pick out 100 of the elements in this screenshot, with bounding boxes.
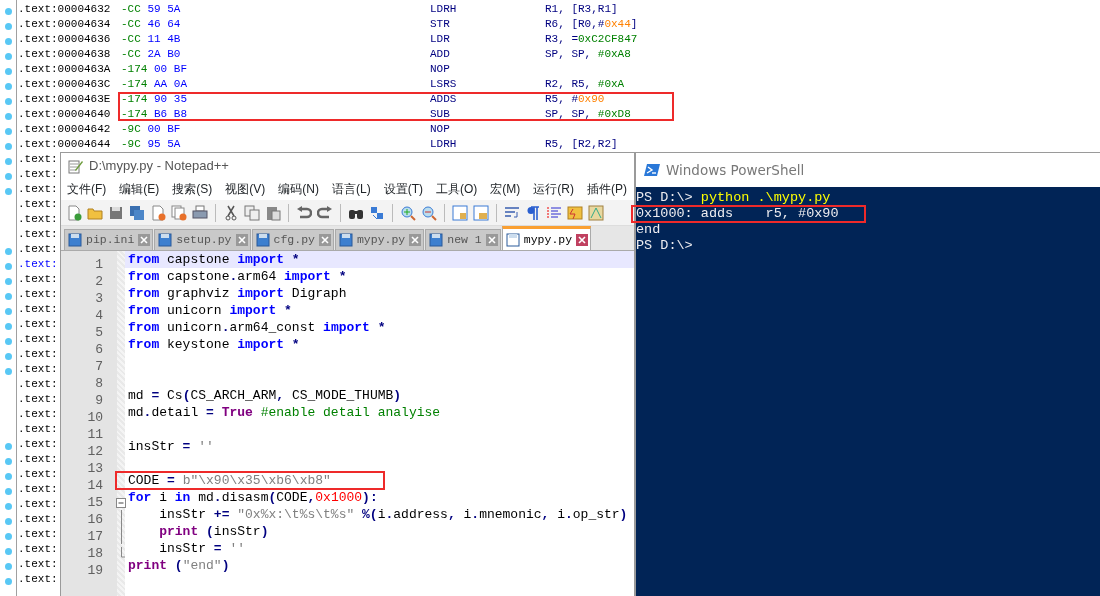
close-all-icon[interactable] (171, 204, 187, 221)
address-text: .text: (18, 288, 58, 300)
console-line: end (636, 222, 662, 238)
menu-item[interactable]: 编码(N) (278, 180, 319, 198)
menu-item[interactable]: 编辑(E) (119, 180, 160, 198)
line-number: 2 (95, 274, 103, 289)
menu-item[interactable]: 运行(R) (533, 180, 574, 198)
code-line: print (insStr) (158, 523, 270, 540)
opcode-bytes: -CC 2A B0 (121, 48, 181, 60)
address-text: .text: (18, 438, 58, 450)
mnemonic-text: LDR (430, 33, 450, 45)
zoom-out-icon[interactable] (421, 204, 437, 221)
close-icon[interactable] (485, 234, 498, 246)
line-number: 3 (95, 291, 103, 306)
replace-icon[interactable] (369, 204, 385, 221)
line-number: 11 (87, 427, 103, 442)
line-number: 5 (95, 325, 103, 340)
address-text: .text: (18, 363, 58, 375)
print-icon[interactable] (192, 204, 208, 221)
address-text: .text: (18, 558, 58, 570)
code-line: md.detail = True #enable detail analyise (127, 404, 442, 421)
menu-item[interactable]: 语言(L) (332, 180, 371, 198)
line-number: 14 (87, 478, 103, 493)
menu-item[interactable]: 搜索(S) (172, 180, 213, 198)
split-window-icon[interactable] (473, 204, 489, 221)
code-line: from keystone import * (127, 336, 301, 353)
address-text: .text: (18, 273, 58, 285)
zoom-in-icon[interactable] (400, 204, 416, 221)
word-wrap-icon[interactable] (504, 204, 520, 221)
address-text: .text:0000463E (18, 93, 111, 105)
file-tab[interactable]: mypy.py (334, 229, 425, 250)
save-icon (158, 233, 173, 247)
save-icon (68, 233, 82, 247)
operand-text: R5, [R2,R2] (545, 137, 618, 152)
mnemonic-text: NOP (430, 123, 450, 135)
address-text: .text: (18, 408, 58, 420)
undo-icon[interactable] (296, 204, 312, 221)
split-window-icon[interactable] (452, 204, 468, 221)
close-icon[interactable] (409, 234, 422, 246)
indent-guide-icon[interactable] (546, 204, 562, 221)
menu-item[interactable]: 插件(P) (587, 180, 627, 198)
close-icon[interactable] (576, 233, 589, 246)
save-icon[interactable] (108, 204, 124, 221)
window-title: Windows PowerShell (666, 160, 805, 180)
opcode-bytes: -174 90 35 (121, 93, 187, 105)
opcode-bytes: -CC 59 5A (121, 3, 181, 15)
paste-icon[interactable] (265, 204, 281, 221)
menu-item[interactable]: 工具(O) (436, 180, 478, 198)
file-tab[interactable]: setup.py (154, 229, 251, 250)
close-icon[interactable] (235, 234, 248, 246)
code-line: from graphviz import Digraph (127, 285, 348, 302)
copy-icon[interactable] (244, 204, 260, 221)
address-text: .text: (18, 183, 58, 195)
redo-icon[interactable] (317, 204, 333, 221)
line-number: 16 (87, 512, 103, 527)
address-text: .text:00004632 (18, 3, 111, 15)
show-symbols-icon[interactable] (525, 204, 541, 221)
menu-item[interactable]: 宏(M) (490, 180, 521, 198)
address-text: .text: (18, 393, 58, 405)
address-text: .text:00004634 (18, 18, 111, 30)
console-line: PS D:\> python .\mypy.py (636, 190, 832, 206)
menu-item[interactable]: 视图(V) (225, 180, 266, 198)
code-line: from unicorn.arm64_const import * (127, 319, 387, 336)
line-number: 8 (95, 376, 103, 391)
address-text: .text:00004636 (18, 33, 111, 45)
close-file-icon[interactable] (150, 204, 166, 221)
address-text: .text: (18, 348, 58, 360)
line-number: 10 (87, 410, 103, 425)
code-line: print ("end") (127, 557, 231, 574)
operand-text: R1, [R3,R1] (545, 2, 618, 17)
file-tab[interactable]: pip.ini (64, 229, 154, 250)
code-line: CODE = b"\x90\x35\xb6\xb8" (127, 472, 332, 489)
fold-toggle-icon[interactable] (116, 495, 126, 509)
line-number: 9 (95, 393, 103, 408)
new-file-icon[interactable] (66, 204, 82, 221)
close-icon[interactable] (318, 234, 331, 246)
opcode-bytes: -174 00 BF (121, 63, 187, 75)
mnemonic-text: LDRH (430, 138, 457, 150)
address-text: .text: (18, 303, 58, 315)
code-line: from unicorn import * (127, 302, 293, 319)
menu-item[interactable]: 文件(F) (67, 180, 107, 198)
cut-icon[interactable] (223, 204, 239, 221)
file-tab[interactable]: new 1 (425, 229, 501, 250)
file-tab[interactable]: cfg.py (251, 229, 334, 250)
code-line: from capstone.arm64 import * (127, 268, 348, 285)
file-tab[interactable]: mypy.py (501, 226, 592, 250)
address-text: .text:00004642 (18, 123, 111, 135)
address-text: .text: (18, 543, 58, 555)
address-text: .text: (18, 573, 58, 585)
menu-item[interactable]: 设置(T) (383, 180, 423, 198)
address-text: .text: (18, 528, 58, 540)
opcode-bytes: -9C 95 5A (121, 138, 181, 150)
close-icon[interactable] (138, 234, 151, 246)
save-all-icon[interactable] (129, 204, 145, 221)
save-icon (429, 233, 444, 247)
address-text: .text: (18, 168, 58, 180)
mnemonic-text: LSRS (430, 78, 457, 90)
line-number: 12 (87, 444, 103, 459)
opcode-bytes: -CC 11 4B (121, 33, 181, 45)
code-line: insStr = '' (158, 540, 247, 557)
